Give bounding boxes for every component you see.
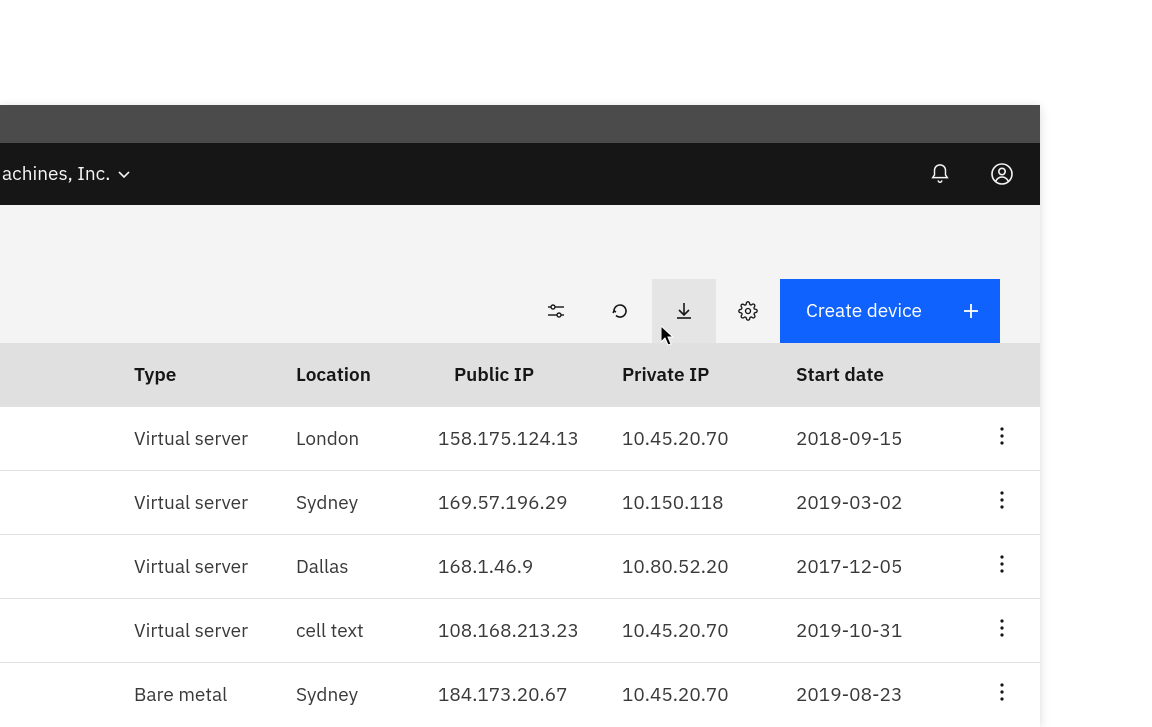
org-switcher[interactable]: achines, Inc. bbox=[0, 162, 132, 186]
add-icon bbox=[962, 302, 980, 320]
chevron-down-icon bbox=[116, 166, 132, 182]
window-titlebar bbox=[0, 105, 1040, 143]
table-body: Virtual server London 158.175.124.13 10.… bbox=[0, 407, 1040, 727]
download-icon bbox=[674, 301, 694, 321]
topbar-actions bbox=[918, 152, 1024, 196]
overflow-menu-vertical-icon bbox=[1000, 555, 1004, 573]
table-toolbar: Create device bbox=[0, 279, 1040, 343]
user-avatar-icon bbox=[990, 162, 1014, 186]
header-public-ip[interactable]: Public IP bbox=[438, 363, 622, 387]
notifications-button[interactable] bbox=[918, 152, 962, 196]
cell-start-date: 2019-10-31 bbox=[796, 619, 966, 643]
create-device-label: Create device bbox=[806, 299, 922, 323]
restart-icon bbox=[610, 301, 630, 321]
row-overflow-menu[interactable] bbox=[992, 611, 1012, 651]
overflow-menu-vertical-icon bbox=[1000, 427, 1004, 445]
refresh-button[interactable] bbox=[588, 279, 652, 343]
table-row[interactable]: Virtual server cell text 108.168.213.23 … bbox=[0, 599, 1040, 663]
table-row[interactable]: Virtual server Sydney 169.57.196.29 10.1… bbox=[0, 471, 1040, 535]
header-private-ip[interactable]: Private IP bbox=[622, 363, 796, 387]
cell-type: Virtual server bbox=[0, 619, 296, 643]
org-label: achines, Inc. bbox=[2, 162, 110, 186]
header-type[interactable]: Type bbox=[0, 363, 296, 387]
content-area: Create device Type Location Public IP Pr… bbox=[0, 205, 1040, 727]
row-overflow-menu[interactable] bbox=[992, 419, 1012, 459]
table-header-row: Type Location Public IP Private IP Start… bbox=[0, 343, 1040, 407]
cell-location: Sydney bbox=[296, 491, 438, 515]
settings-adjust-icon bbox=[546, 301, 566, 321]
overflow-menu-vertical-icon bbox=[1000, 491, 1004, 509]
header-location[interactable]: Location bbox=[296, 363, 438, 387]
filter-button[interactable] bbox=[524, 279, 588, 343]
cell-type: Bare metal bbox=[0, 683, 296, 707]
download-button[interactable] bbox=[652, 279, 716, 343]
row-overflow-menu[interactable] bbox=[992, 547, 1012, 587]
overflow-menu-vertical-icon bbox=[1000, 683, 1004, 701]
cell-private-ip: 10.45.20.70 bbox=[622, 427, 796, 451]
user-avatar-button[interactable] bbox=[980, 152, 1024, 196]
cell-start-date: 2019-08-23 bbox=[796, 683, 966, 707]
settings-button[interactable] bbox=[716, 279, 780, 343]
cell-public-ip: 158.175.124.13 bbox=[438, 427, 622, 451]
cell-location: Sydney bbox=[296, 683, 438, 707]
row-overflow-menu[interactable] bbox=[992, 675, 1012, 715]
bell-icon bbox=[929, 163, 951, 185]
app-topbar: achines, Inc. bbox=[0, 143, 1040, 205]
cell-public-ip: 169.57.196.29 bbox=[438, 491, 622, 515]
create-device-button[interactable]: Create device bbox=[780, 279, 1000, 343]
cell-private-ip: 10.45.20.70 bbox=[622, 683, 796, 707]
row-overflow-menu[interactable] bbox=[992, 483, 1012, 523]
cell-start-date: 2019-03-02 bbox=[796, 491, 966, 515]
settings-icon bbox=[738, 301, 758, 321]
cell-private-ip: 10.45.20.70 bbox=[622, 619, 796, 643]
cell-location: London bbox=[296, 427, 438, 451]
cell-public-ip: 108.168.213.23 bbox=[438, 619, 622, 643]
cell-type: Virtual server bbox=[0, 491, 296, 515]
header-start-date[interactable]: Start date bbox=[796, 363, 966, 387]
cell-location: Dallas bbox=[296, 555, 438, 579]
table-row[interactable]: Virtual server Dallas 168.1.46.9 10.80.5… bbox=[0, 535, 1040, 599]
table-row[interactable]: Bare metal Sydney 184.173.20.67 10.45.20… bbox=[0, 663, 1040, 727]
cell-start-date: 2018-09-15 bbox=[796, 427, 966, 451]
cell-public-ip: 168.1.46.9 bbox=[438, 555, 622, 579]
cell-public-ip: 184.173.20.67 bbox=[438, 683, 622, 707]
cell-type: Virtual server bbox=[0, 427, 296, 451]
cell-private-ip: 10.150.118 bbox=[622, 491, 796, 515]
cell-location: cell text bbox=[296, 619, 438, 643]
table-row[interactable]: Virtual server London 158.175.124.13 10.… bbox=[0, 407, 1040, 471]
cell-start-date: 2017-12-05 bbox=[796, 555, 966, 579]
cell-private-ip: 10.80.52.20 bbox=[622, 555, 796, 579]
cell-type: Virtual server bbox=[0, 555, 296, 579]
overflow-menu-vertical-icon bbox=[1000, 619, 1004, 637]
